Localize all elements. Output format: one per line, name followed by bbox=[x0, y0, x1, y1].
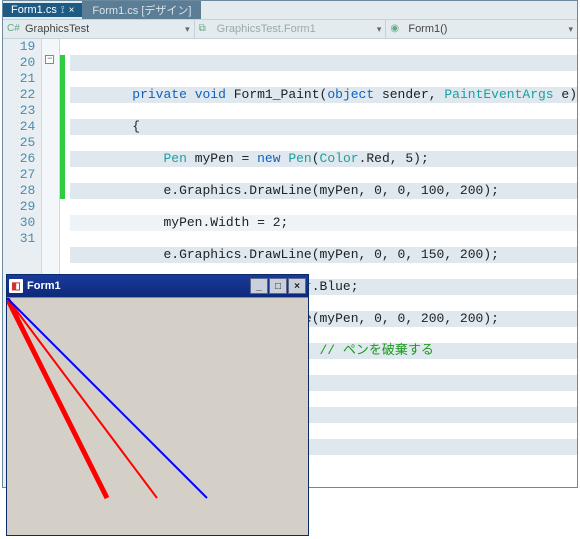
nav-method[interactable]: ◉ Form1() ▾ bbox=[386, 20, 577, 38]
line-number: 21 bbox=[3, 71, 35, 87]
code-line[interactable]: private void Form1_Paint(object sender, … bbox=[70, 87, 577, 103]
paint-canvas bbox=[7, 298, 308, 535]
nav-method-label: Form1() bbox=[408, 23, 447, 35]
line-number: 20 bbox=[3, 55, 35, 71]
nav-class[interactable]: ⧉ GraphicsTest.Form1 ▾ bbox=[195, 20, 387, 38]
csharp-project-icon: C# bbox=[7, 23, 21, 35]
code-line[interactable]: { bbox=[70, 119, 577, 135]
line-number: 19 bbox=[3, 39, 35, 55]
chevron-down-icon[interactable]: ▾ bbox=[568, 24, 573, 35]
code-line[interactable] bbox=[70, 55, 577, 71]
code-line[interactable]: e.Graphics.DrawLine(myPen, 0, 0, 150, 20… bbox=[70, 247, 577, 263]
line-number: 27 bbox=[3, 167, 35, 183]
tab-form1-cs[interactable]: Form1.cs ⟟ × bbox=[3, 3, 82, 17]
form-client-area bbox=[7, 297, 308, 535]
app-icon: ◧ bbox=[9, 279, 23, 293]
tab-form1-design[interactable]: Form1.cs [デザイン] bbox=[82, 1, 201, 19]
close-icon[interactable]: × bbox=[69, 5, 75, 16]
minimize-button[interactable]: _ bbox=[250, 278, 268, 294]
line-number: 28 bbox=[3, 183, 35, 199]
navigation-bar: C# GraphicsTest ▾ ⧉ GraphicsTest.Form1 ▾… bbox=[3, 19, 577, 39]
class-icon: ⧉ bbox=[199, 23, 213, 35]
nav-namespace-label: GraphicsTest bbox=[25, 23, 89, 35]
line-number: 29 bbox=[3, 199, 35, 215]
form1-window[interactable]: ◧ Form1 _ □ × bbox=[6, 274, 309, 536]
change-mark bbox=[60, 55, 65, 199]
line-number: 26 bbox=[3, 151, 35, 167]
fold-toggle-icon[interactable]: − bbox=[45, 55, 54, 64]
window-buttons: _ □ × bbox=[249, 278, 306, 294]
drawn-line bbox=[7, 298, 157, 498]
line-number: 22 bbox=[3, 87, 35, 103]
chevron-down-icon[interactable]: ▾ bbox=[185, 24, 190, 35]
method-icon: ◉ bbox=[390, 23, 404, 35]
code-line[interactable]: myPen.Width = 2; bbox=[70, 215, 577, 231]
code-line[interactable]: e.Graphics.DrawLine(myPen, 0, 0, 100, 20… bbox=[70, 183, 577, 199]
window-title: Form1 bbox=[27, 280, 61, 292]
tab-label: Form1.cs bbox=[11, 4, 57, 16]
line-number: 31 bbox=[3, 231, 35, 247]
close-button[interactable]: × bbox=[288, 278, 306, 294]
code-line[interactable]: Pen myPen = new Pen(Color.Red, 5); bbox=[70, 151, 577, 167]
pin-icon[interactable]: ⟟ bbox=[61, 5, 65, 16]
titlebar[interactable]: ◧ Form1 _ □ × bbox=[7, 275, 308, 297]
document-tabstrip: Form1.cs ⟟ × Form1.cs [デザイン] bbox=[3, 1, 577, 19]
chevron-down-icon[interactable]: ▾ bbox=[377, 24, 382, 35]
drawn-line bbox=[7, 298, 207, 498]
tab-label: Form1.cs [デザイン] bbox=[92, 5, 191, 17]
line-number: 23 bbox=[3, 103, 35, 119]
maximize-button[interactable]: □ bbox=[269, 278, 287, 294]
drawn-line bbox=[7, 298, 107, 498]
line-number: 24 bbox=[3, 119, 35, 135]
nav-namespace[interactable]: C# GraphicsTest ▾ bbox=[3, 20, 195, 38]
nav-class-label: GraphicsTest.Form1 bbox=[217, 23, 316, 35]
line-number: 30 bbox=[3, 215, 35, 231]
line-number: 25 bbox=[3, 135, 35, 151]
